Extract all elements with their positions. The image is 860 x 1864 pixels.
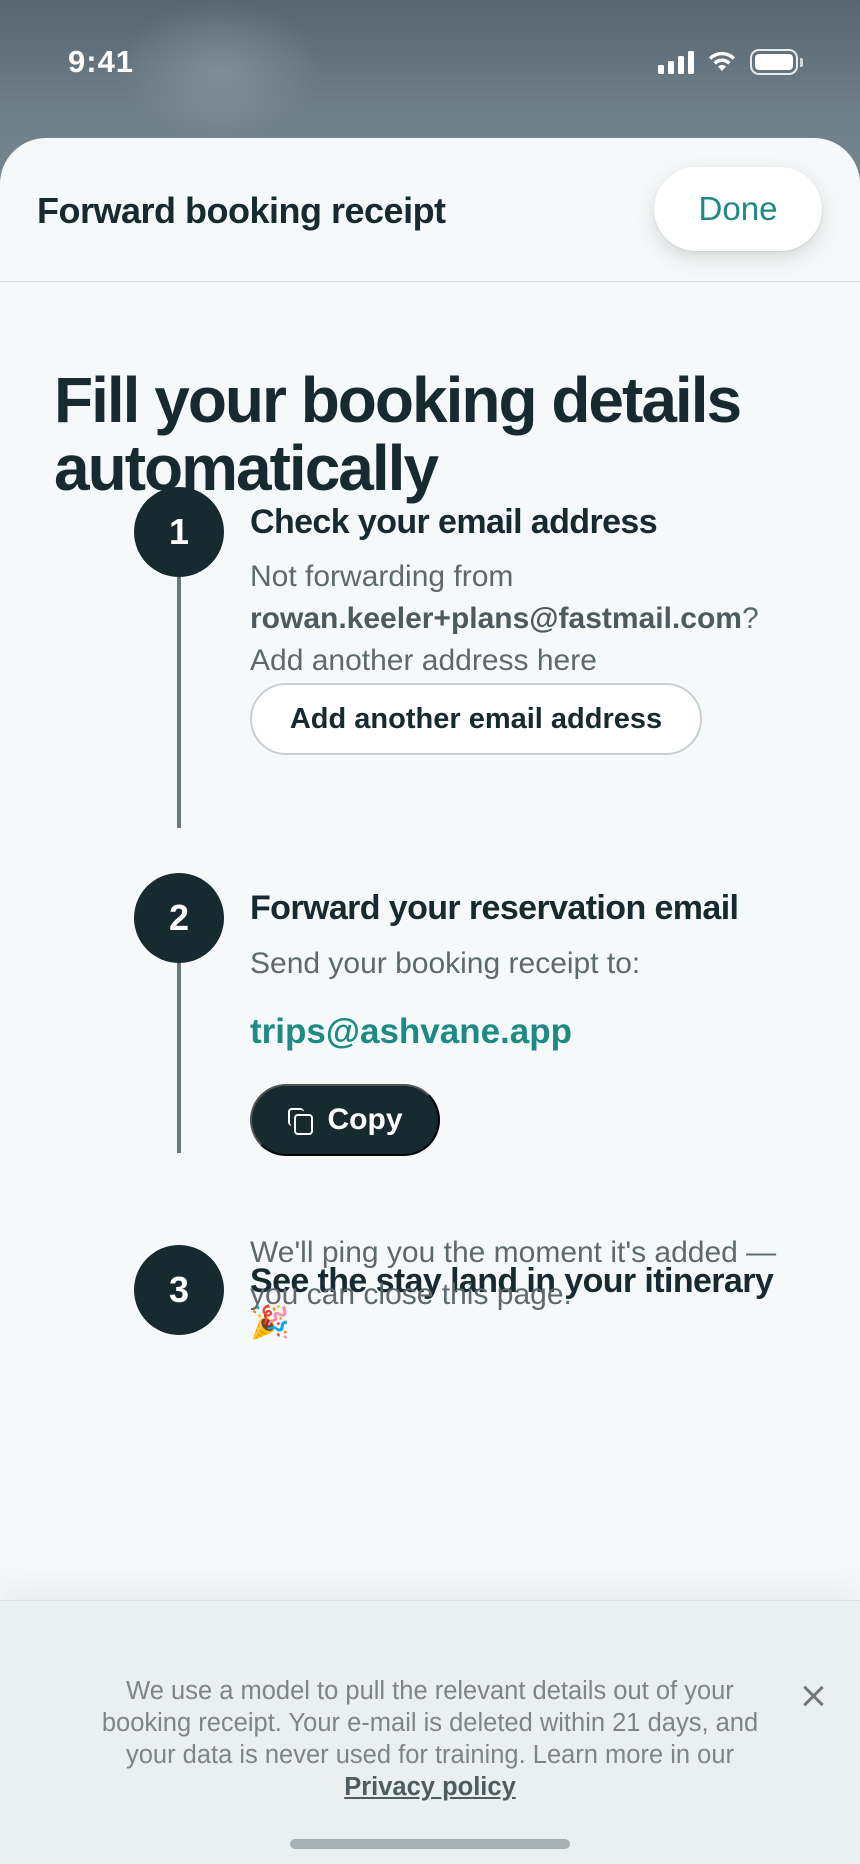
add-email-button[interactable]: Add another email address [250, 683, 702, 755]
step-3-text: We'll ping you the moment it's added — y… [250, 1236, 777, 1311]
sheet-header: Forward booking receipt Done [0, 138, 860, 282]
privacy-notice-body: We use a model to pull the relevant deta… [101, 1677, 759, 1769]
page-headline: Fill your booking details automatically [54, 364, 742, 504]
step-2-number: 2 [134, 873, 224, 963]
step-2-text: Send your booking receipt to: [250, 947, 641, 980]
step-1-outro: Add another address here [250, 644, 597, 677]
sheet-title: Forward booking receipt [37, 190, 446, 231]
status-time: 9:41 [68, 44, 135, 79]
battery-icon [750, 49, 803, 75]
step-1-number: 1 [134, 487, 224, 577]
close-icon[interactable] [800, 1683, 826, 1709]
copy-button[interactable]: Copy [250, 1084, 440, 1156]
cellular-signal-icon [658, 50, 694, 74]
copy-icon [287, 1108, 313, 1135]
status-icons [658, 48, 803, 76]
wifi-icon [709, 51, 735, 71]
status-bar: 9:41 [0, 0, 860, 124]
step-1-text: Not forwarding from rowan.keeler+plans@f… [250, 556, 810, 682]
step-3-number: 3 [134, 1245, 224, 1335]
privacy-notice-text: We use a model to pull the relevant deta… [95, 1675, 765, 1803]
home-indicator [290, 1839, 570, 1849]
step-2-title: Forward your reservation email [250, 889, 739, 927]
step-1-email: rowan.keeler+plans@fastmail.com [250, 602, 742, 635]
step-1-email-suffix: ? [741, 602, 759, 635]
step-1-title: Check your email address [250, 503, 658, 541]
copy-button-label: Copy [327, 1103, 403, 1136]
timeline-connector [177, 568, 181, 828]
step-1-email-line: rowan.keeler+plans@fastmail.com? [250, 598, 810, 640]
privacy-notice: We use a model to pull the relevant deta… [0, 1600, 860, 1864]
step-1-intro: Not forwarding from [250, 560, 514, 593]
forward-email-address[interactable]: trips@ashvane.app [250, 1012, 572, 1052]
done-button[interactable]: Done [654, 167, 822, 251]
privacy-policy-link[interactable]: Privacy policy [344, 1773, 516, 1801]
